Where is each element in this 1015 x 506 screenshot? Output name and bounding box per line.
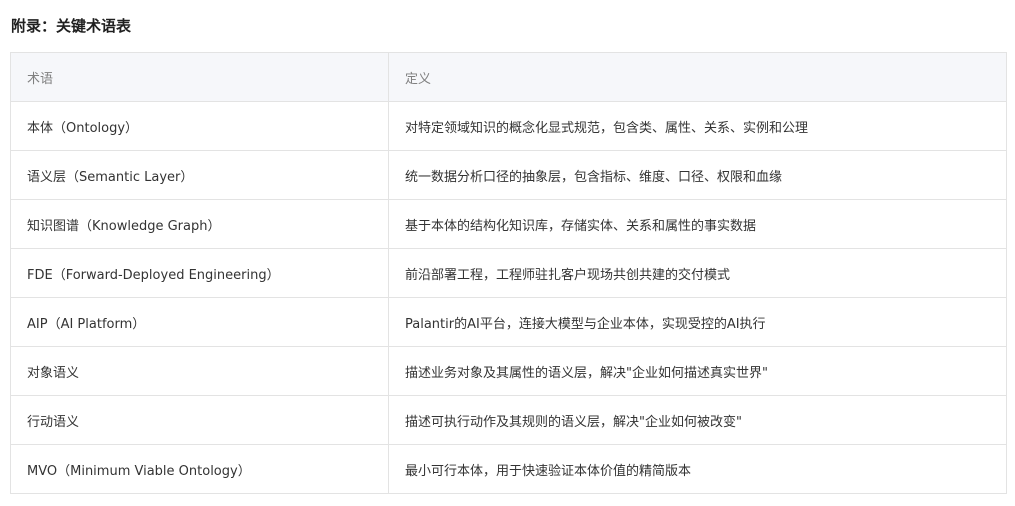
term-cell: 行动语义 — [10, 395, 389, 445]
term-cell: 语义层（Semantic Layer） — [10, 150, 389, 200]
header-definition: 定义 — [388, 52, 1007, 102]
table-row: 知识图谱（Knowledge Graph） 基于本体的结构化知识库，存储实体、关… — [10, 199, 1007, 249]
term-cell: AIP（AI Platform） — [10, 297, 389, 347]
term-cell: 对象语义 — [10, 346, 389, 396]
term-cell: 本体（Ontology） — [10, 101, 389, 151]
section-title: 附录：关键术语表 — [11, 17, 132, 35]
definition-cell: 前沿部署工程，工程师驻扎客户现场共创共建的交付模式 — [388, 248, 1007, 298]
table-row: 对象语义 描述业务对象及其属性的语义层，解决"企业如何描述真实世界" — [10, 346, 1007, 396]
table-row: 本体（Ontology） 对特定领域知识的概念化显式规范，包含类、属性、关系、实… — [10, 101, 1007, 151]
definition-cell: 最小可行本体，用于快速验证本体价值的精简版本 — [388, 444, 1007, 494]
definition-cell: 对特定领域知识的概念化显式规范，包含类、属性、关系、实例和公理 — [388, 101, 1007, 151]
definition-cell: 统一数据分析口径的抽象层，包含指标、维度、口径、权限和血缘 — [388, 150, 1007, 200]
header-term: 术语 — [10, 52, 389, 102]
table-row: FDE（Forward-Deployed Engineering） 前沿部署工程… — [10, 248, 1007, 298]
table-header-row: 术语 定义 — [10, 52, 1007, 102]
definition-cell: Palantir的AI平台，连接大模型与企业本体，实现受控的AI执行 — [388, 297, 1007, 347]
term-cell: FDE（Forward-Deployed Engineering） — [10, 248, 389, 298]
definition-cell: 描述业务对象及其属性的语义层，解决"企业如何描述真实世界" — [388, 346, 1007, 396]
definition-cell: 基于本体的结构化知识库，存储实体、关系和属性的事实数据 — [388, 199, 1007, 249]
table-row: 行动语义 描述可执行动作及其规则的语义层，解决"企业如何被改变" — [10, 395, 1007, 445]
term-cell: 知识图谱（Knowledge Graph） — [10, 199, 389, 249]
glossary-table: 术语 定义 本体（Ontology） 对特定领域知识的概念化显式规范，包含类、属… — [10, 52, 1007, 494]
table-row: 语义层（Semantic Layer） 统一数据分析口径的抽象层，包含指标、维度… — [10, 150, 1007, 200]
page: 附录：关键术语表 术语 定义 本体（Ontology） 对特定领域知识的概念化显… — [0, 0, 1015, 506]
table-row: AIP（AI Platform） Palantir的AI平台，连接大模型与企业本… — [10, 297, 1007, 347]
table-row: MVO（Minimum Viable Ontology） 最小可行本体，用于快速… — [10, 444, 1007, 494]
definition-cell: 描述可执行动作及其规则的语义层，解决"企业如何被改变" — [388, 395, 1007, 445]
term-cell: MVO（Minimum Viable Ontology） — [10, 444, 389, 494]
